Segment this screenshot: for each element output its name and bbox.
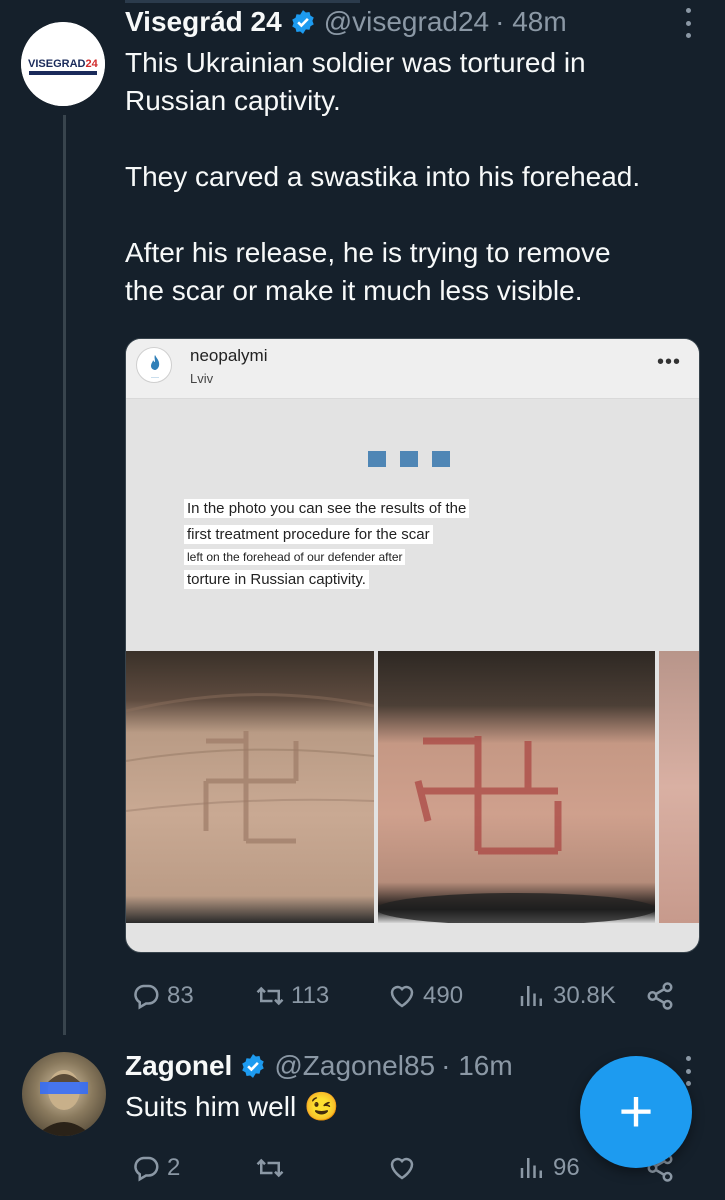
share-button[interactable] — [645, 981, 681, 1011]
tweet-header: Visegrád 24 @visegrad24 · 48m — [125, 4, 567, 40]
reply-icon — [134, 984, 159, 1010]
more-options-icon[interactable] — [683, 1056, 693, 1086]
reply-author-handle[interactable]: @Zagonel85 — [274, 1048, 435, 1084]
embedded-avatar: —— — [136, 347, 172, 383]
reply-author-name[interactable]: Zagonel — [125, 1048, 232, 1084]
caption-line-2: first treatment procedure for the scar — [184, 525, 433, 544]
retweet-icon — [256, 1158, 284, 1178]
like-button[interactable] — [387, 1153, 423, 1183]
flame-logo-icon: —— — [151, 355, 160, 379]
caption-line-1: In the photo you can see the results of … — [184, 499, 470, 518]
caption-line-3: left on the forehead of our defender aft… — [184, 549, 406, 565]
more-options-icon[interactable] — [683, 8, 693, 38]
views-button[interactable]: 30.8K — [517, 981, 616, 1011]
scar-photo-before-image — [126, 693, 374, 844]
portrait-image — [36, 1070, 92, 1136]
views-count: 30.8K — [553, 982, 616, 1009]
tweet-text: This Ukrainian soldier was tortured in R… — [125, 47, 641, 306]
share-icon — [647, 982, 673, 1010]
verified-badge-icon — [291, 10, 314, 34]
retweet-button[interactable]: 113 — [255, 981, 329, 1011]
forehead-photo-after — [378, 651, 655, 923]
author-handle[interactable]: @visegrad24 — [324, 4, 489, 40]
embedded-location: Lviv — [190, 371, 214, 386]
heart-icon — [390, 1157, 414, 1180]
plus-icon: + — [618, 1078, 654, 1145]
compose-button[interactable]: + — [580, 1056, 692, 1168]
zagonel-avatar[interactable] — [22, 1052, 106, 1136]
visegrad-logo-icon: VISEGRAD24 — [21, 22, 105, 106]
like-count: 490 — [423, 982, 464, 1009]
heart-icon — [390, 985, 414, 1008]
author-name[interactable]: Visegrád 24 — [125, 4, 282, 40]
verified-badge-icon — [242, 1054, 265, 1078]
svg-text:VISEGRAD24: VISEGRAD24 — [28, 58, 99, 70]
retweet-icon — [256, 986, 284, 1006]
views-chart-icon — [520, 986, 542, 1006]
like-button[interactable]: 490 — [387, 981, 463, 1011]
tweet-time[interactable]: · 48m — [495, 4, 567, 40]
scar-photo-after-image — [378, 736, 655, 923]
views-chart-icon — [520, 1158, 542, 1178]
thread-line — [63, 115, 66, 1035]
forehead-photo-partial — [659, 651, 699, 923]
caption-line-4: torture in Russian captivity. — [184, 570, 369, 589]
reply-button[interactable]: 83 — [131, 981, 194, 1011]
views-count: 96 — [553, 1154, 580, 1181]
forehead-photo-before — [126, 651, 374, 923]
reply-count: 83 — [167, 982, 194, 1009]
tweet-visegrad[interactable]: VISEGRAD24 Visegrád 24 @visegrad24 · 48m… — [0, 0, 725, 1040]
embedded-username: neopalymi — [190, 346, 268, 365]
reply-time[interactable]: · 16m — [441, 1048, 513, 1084]
retweet-count: 113 — [291, 982, 330, 1009]
visegrad-avatar[interactable]: VISEGRAD24 — [21, 22, 105, 106]
retweet-button[interactable] — [255, 1153, 291, 1183]
tweet-actions: 83 113 490 30.8K — [125, 976, 685, 1016]
tweet-media[interactable]: —— neopalymi Lviv ••• In the photo you c… — [125, 338, 700, 953]
views-button[interactable]: 96 — [517, 1153, 580, 1183]
blue-squares-decoration — [368, 451, 450, 467]
reply-button[interactable]: 2 — [131, 1153, 180, 1183]
reply-count: 2 — [167, 1154, 181, 1181]
reply-icon — [134, 1156, 159, 1182]
embedded-post-header: —— neopalymi Lviv ••• — [126, 339, 699, 399]
embedded-more-icon: ••• — [656, 351, 681, 373]
reply-header: Zagonel @Zagonel85 · 16m — [125, 1048, 513, 1084]
svg-text:——: —— — [151, 374, 159, 379]
